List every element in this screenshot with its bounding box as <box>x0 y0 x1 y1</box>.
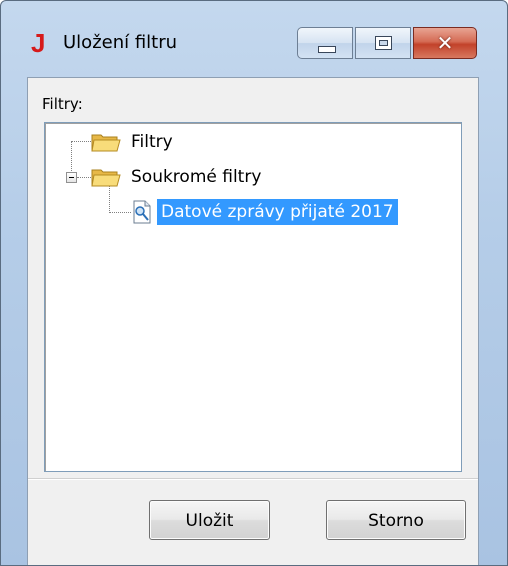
tree-line <box>109 212 131 213</box>
title-bar[interactable]: J Uložení filtru ✕ <box>1 1 507 75</box>
tree-node-filtry[interactable]: Filtry <box>91 128 177 156</box>
close-icon: ✕ <box>436 31 454 55</box>
folder-icon <box>91 131 121 153</box>
tree-node-label: Datové zprávy přijaté 2017 <box>157 199 398 225</box>
footer-separator <box>28 478 478 480</box>
tree-line <box>71 141 91 142</box>
minimize-icon <box>318 46 336 53</box>
window-title: Uložení filtru <box>63 32 178 53</box>
dialog-client-area: Filtry: Filtry Soukromé filtry Datové zp… <box>27 77 479 565</box>
caption-buttons: ✕ <box>297 27 477 63</box>
close-button[interactable]: ✕ <box>413 27 477 59</box>
filters-label: Filtry: <box>42 95 83 113</box>
tree-node-datove-zpravy[interactable]: Datové zprávy přijaté 2017 <box>131 198 398 226</box>
collapse-toggle[interactable] <box>66 172 77 183</box>
tree-node-label: Filtry <box>131 132 173 152</box>
filter-document-icon <box>131 200 153 224</box>
tree-node-label: Soukromé filtry <box>131 167 262 187</box>
minimize-button[interactable] <box>297 27 353 59</box>
j-app-icon: J <box>31 28 46 58</box>
tree-line <box>77 177 91 178</box>
maximize-icon <box>375 36 392 50</box>
maximize-button[interactable] <box>355 27 411 59</box>
filters-tree[interactable]: Filtry Soukromé filtry Datové zprávy při… <box>44 122 462 472</box>
folder-icon <box>91 166 121 188</box>
save-filter-dialog: J Uložení filtru ✕ Filtry: Filtry Soukro… <box>0 0 508 566</box>
save-button[interactable]: Uložit <box>149 500 270 540</box>
tree-node-soukrome-filtry[interactable]: Soukromé filtry <box>91 163 265 191</box>
cancel-button[interactable]: Storno <box>326 500 466 540</box>
